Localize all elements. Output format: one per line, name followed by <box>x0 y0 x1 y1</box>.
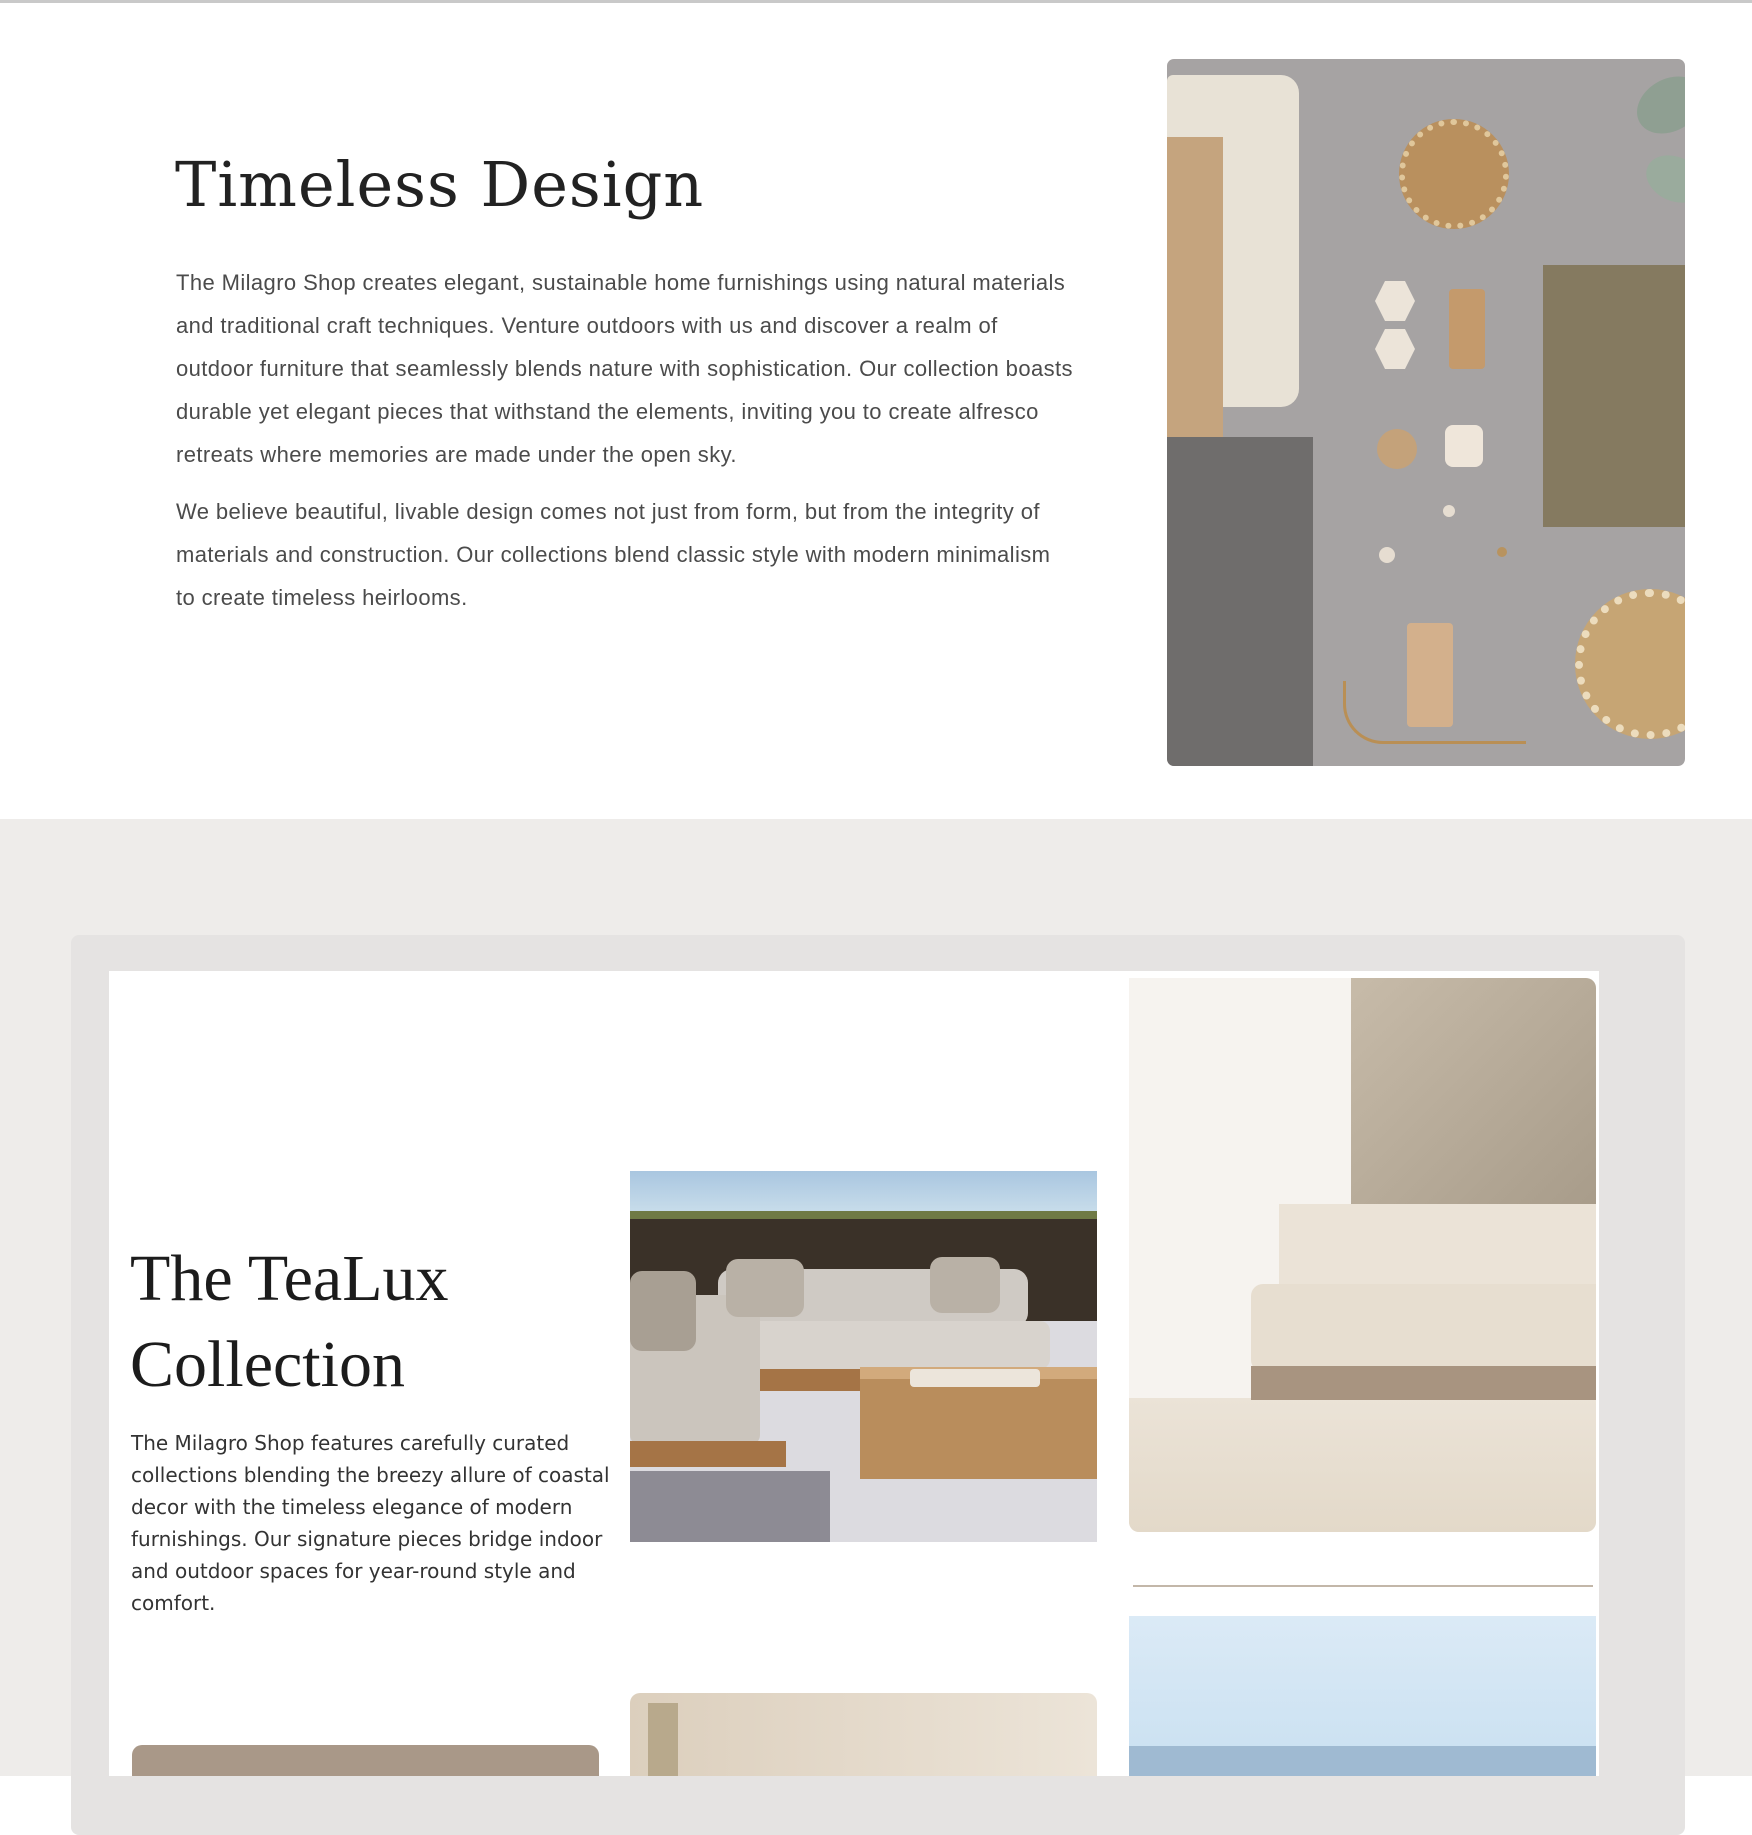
lounge-image[interactable] <box>132 1745 599 1776</box>
section-body: The Milagro Shop creates elegant, sustai… <box>176 261 1076 633</box>
collection-title: The TeaLux Collection <box>130 1242 449 1401</box>
body-paragraph: The Milagro Shop creates elegant, sustai… <box>176 270 1073 467</box>
outdoor-sofa-image[interactable] <box>630 1171 1097 1542</box>
body-paragraph: We believe beautiful, livable design com… <box>176 499 1051 610</box>
collection-description: The Milagro Shop features carefully cura… <box>131 1431 610 1615</box>
section-title: Timeless Design <box>175 148 705 221</box>
materials-moodboard-image <box>1167 59 1685 766</box>
ocean-view-image[interactable] <box>1129 1616 1596 1776</box>
patio-wall-image[interactable] <box>630 1693 1097 1776</box>
cushion-bench-image[interactable] <box>1129 978 1596 1532</box>
image-divider <box>1133 1585 1593 1587</box>
